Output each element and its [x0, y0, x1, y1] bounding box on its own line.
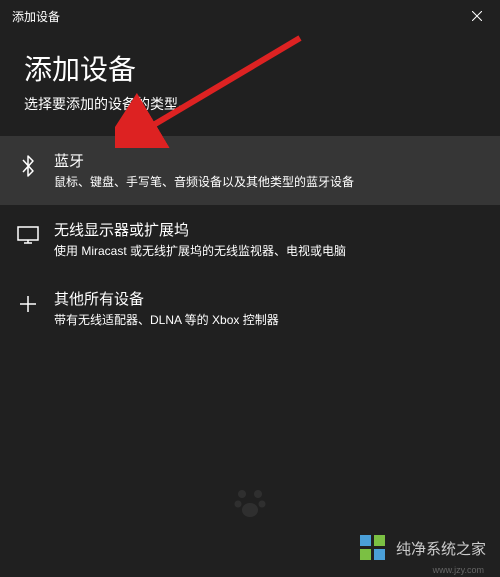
option-everything-else[interactable]: 其他所有设备 带有无线适配器、DLNA 等的 Xbox 控制器 [0, 274, 500, 343]
watermark-url: www.jzy.com [433, 565, 484, 575]
option-description: 使用 Miracast 或无线扩展坞的无线监视器、电视或电脑 [54, 243, 484, 260]
watermark-logo-icon [358, 533, 388, 563]
option-title: 蓝牙 [54, 150, 484, 171]
watermark-text: 纯净系统之家 [396, 538, 486, 559]
page-subtitle: 选择要添加的设备的类型。 [0, 94, 500, 136]
option-wireless-display[interactable]: 无线显示器或扩展坞 使用 Miracast 或无线扩展坞的无线监视器、电视或电脑 [0, 205, 500, 274]
option-content: 其他所有设备 带有无线适配器、DLNA 等的 Xbox 控制器 [54, 288, 484, 329]
bluetooth-icon [16, 154, 40, 178]
page-heading: 添加设备 [0, 32, 500, 94]
paw-watermark-icon [230, 482, 270, 527]
close-button[interactable] [454, 0, 500, 32]
option-description: 带有无线适配器、DLNA 等的 Xbox 控制器 [54, 312, 484, 329]
title-bar: 添加设备 [0, 0, 500, 32]
display-icon [16, 223, 40, 247]
plus-icon [16, 292, 40, 316]
option-description: 鼠标、键盘、手写笔、音频设备以及其他类型的蓝牙设备 [54, 174, 484, 191]
option-title: 其他所有设备 [54, 288, 484, 309]
close-icon [472, 11, 482, 21]
option-title: 无线显示器或扩展坞 [54, 219, 484, 240]
option-bluetooth[interactable]: 蓝牙 鼠标、键盘、手写笔、音频设备以及其他类型的蓝牙设备 [0, 136, 500, 205]
window-title: 添加设备 [12, 8, 60, 25]
option-content: 无线显示器或扩展坞 使用 Miracast 或无线扩展坞的无线监视器、电视或电脑 [54, 219, 484, 260]
option-content: 蓝牙 鼠标、键盘、手写笔、音频设备以及其他类型的蓝牙设备 [54, 150, 484, 191]
watermark: 纯净系统之家 [358, 533, 486, 563]
